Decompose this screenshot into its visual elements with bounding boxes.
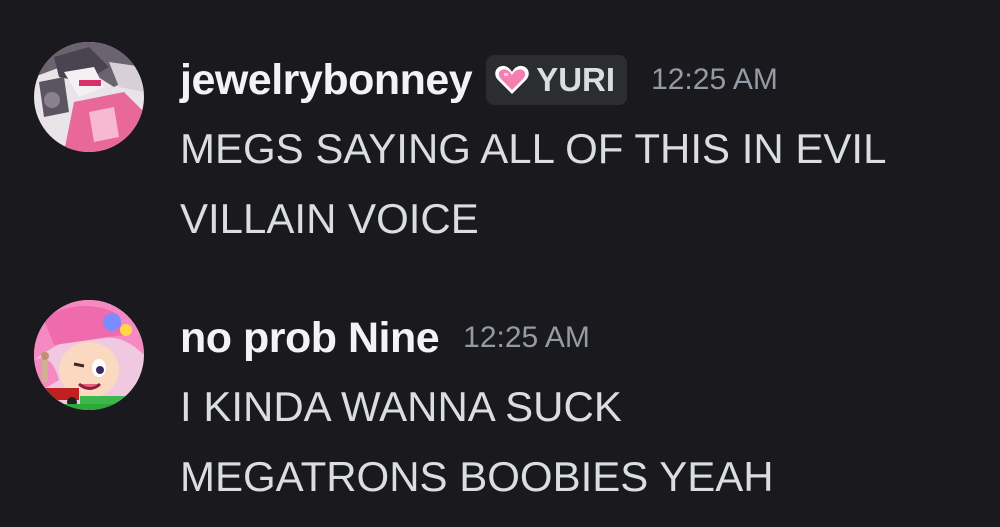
user-avatar[interactable] bbox=[34, 300, 144, 410]
username[interactable]: no prob Nine bbox=[180, 314, 440, 363]
message-line: I KINDA WANNA SUCK bbox=[180, 383, 622, 430]
message-header: no prob Nine 12:25 AM bbox=[180, 308, 590, 368]
username[interactable]: jewelrybonney bbox=[180, 56, 473, 105]
avatar-image bbox=[34, 42, 144, 152]
role-tag-label: YURI bbox=[536, 61, 616, 98]
message-content: I KINDA WANNA SUCK MEGATRONS BOOBIES YEA… bbox=[180, 372, 980, 512]
message-content: MEGS SAYING ALL OF THIS IN EVIL VILLAIN … bbox=[180, 114, 980, 254]
message-line: VILLAIN VOICE bbox=[180, 195, 479, 242]
message-line: MEGS SAYING ALL OF THIS IN EVIL bbox=[180, 125, 887, 172]
timestamp[interactable]: 12:25 AM bbox=[651, 63, 778, 97]
user-avatar[interactable] bbox=[34, 42, 144, 152]
avatar-image bbox=[34, 300, 144, 410]
timestamp[interactable]: 12:25 AM bbox=[463, 321, 590, 355]
message-line: MEGATRONS BOOBIES YEAH bbox=[180, 453, 774, 500]
pink-heart-icon bbox=[495, 65, 529, 94]
role-tag[interactable]: YURI bbox=[486, 55, 628, 105]
message-header: jewelrybonney YURI 12:25 AM bbox=[180, 50, 778, 110]
